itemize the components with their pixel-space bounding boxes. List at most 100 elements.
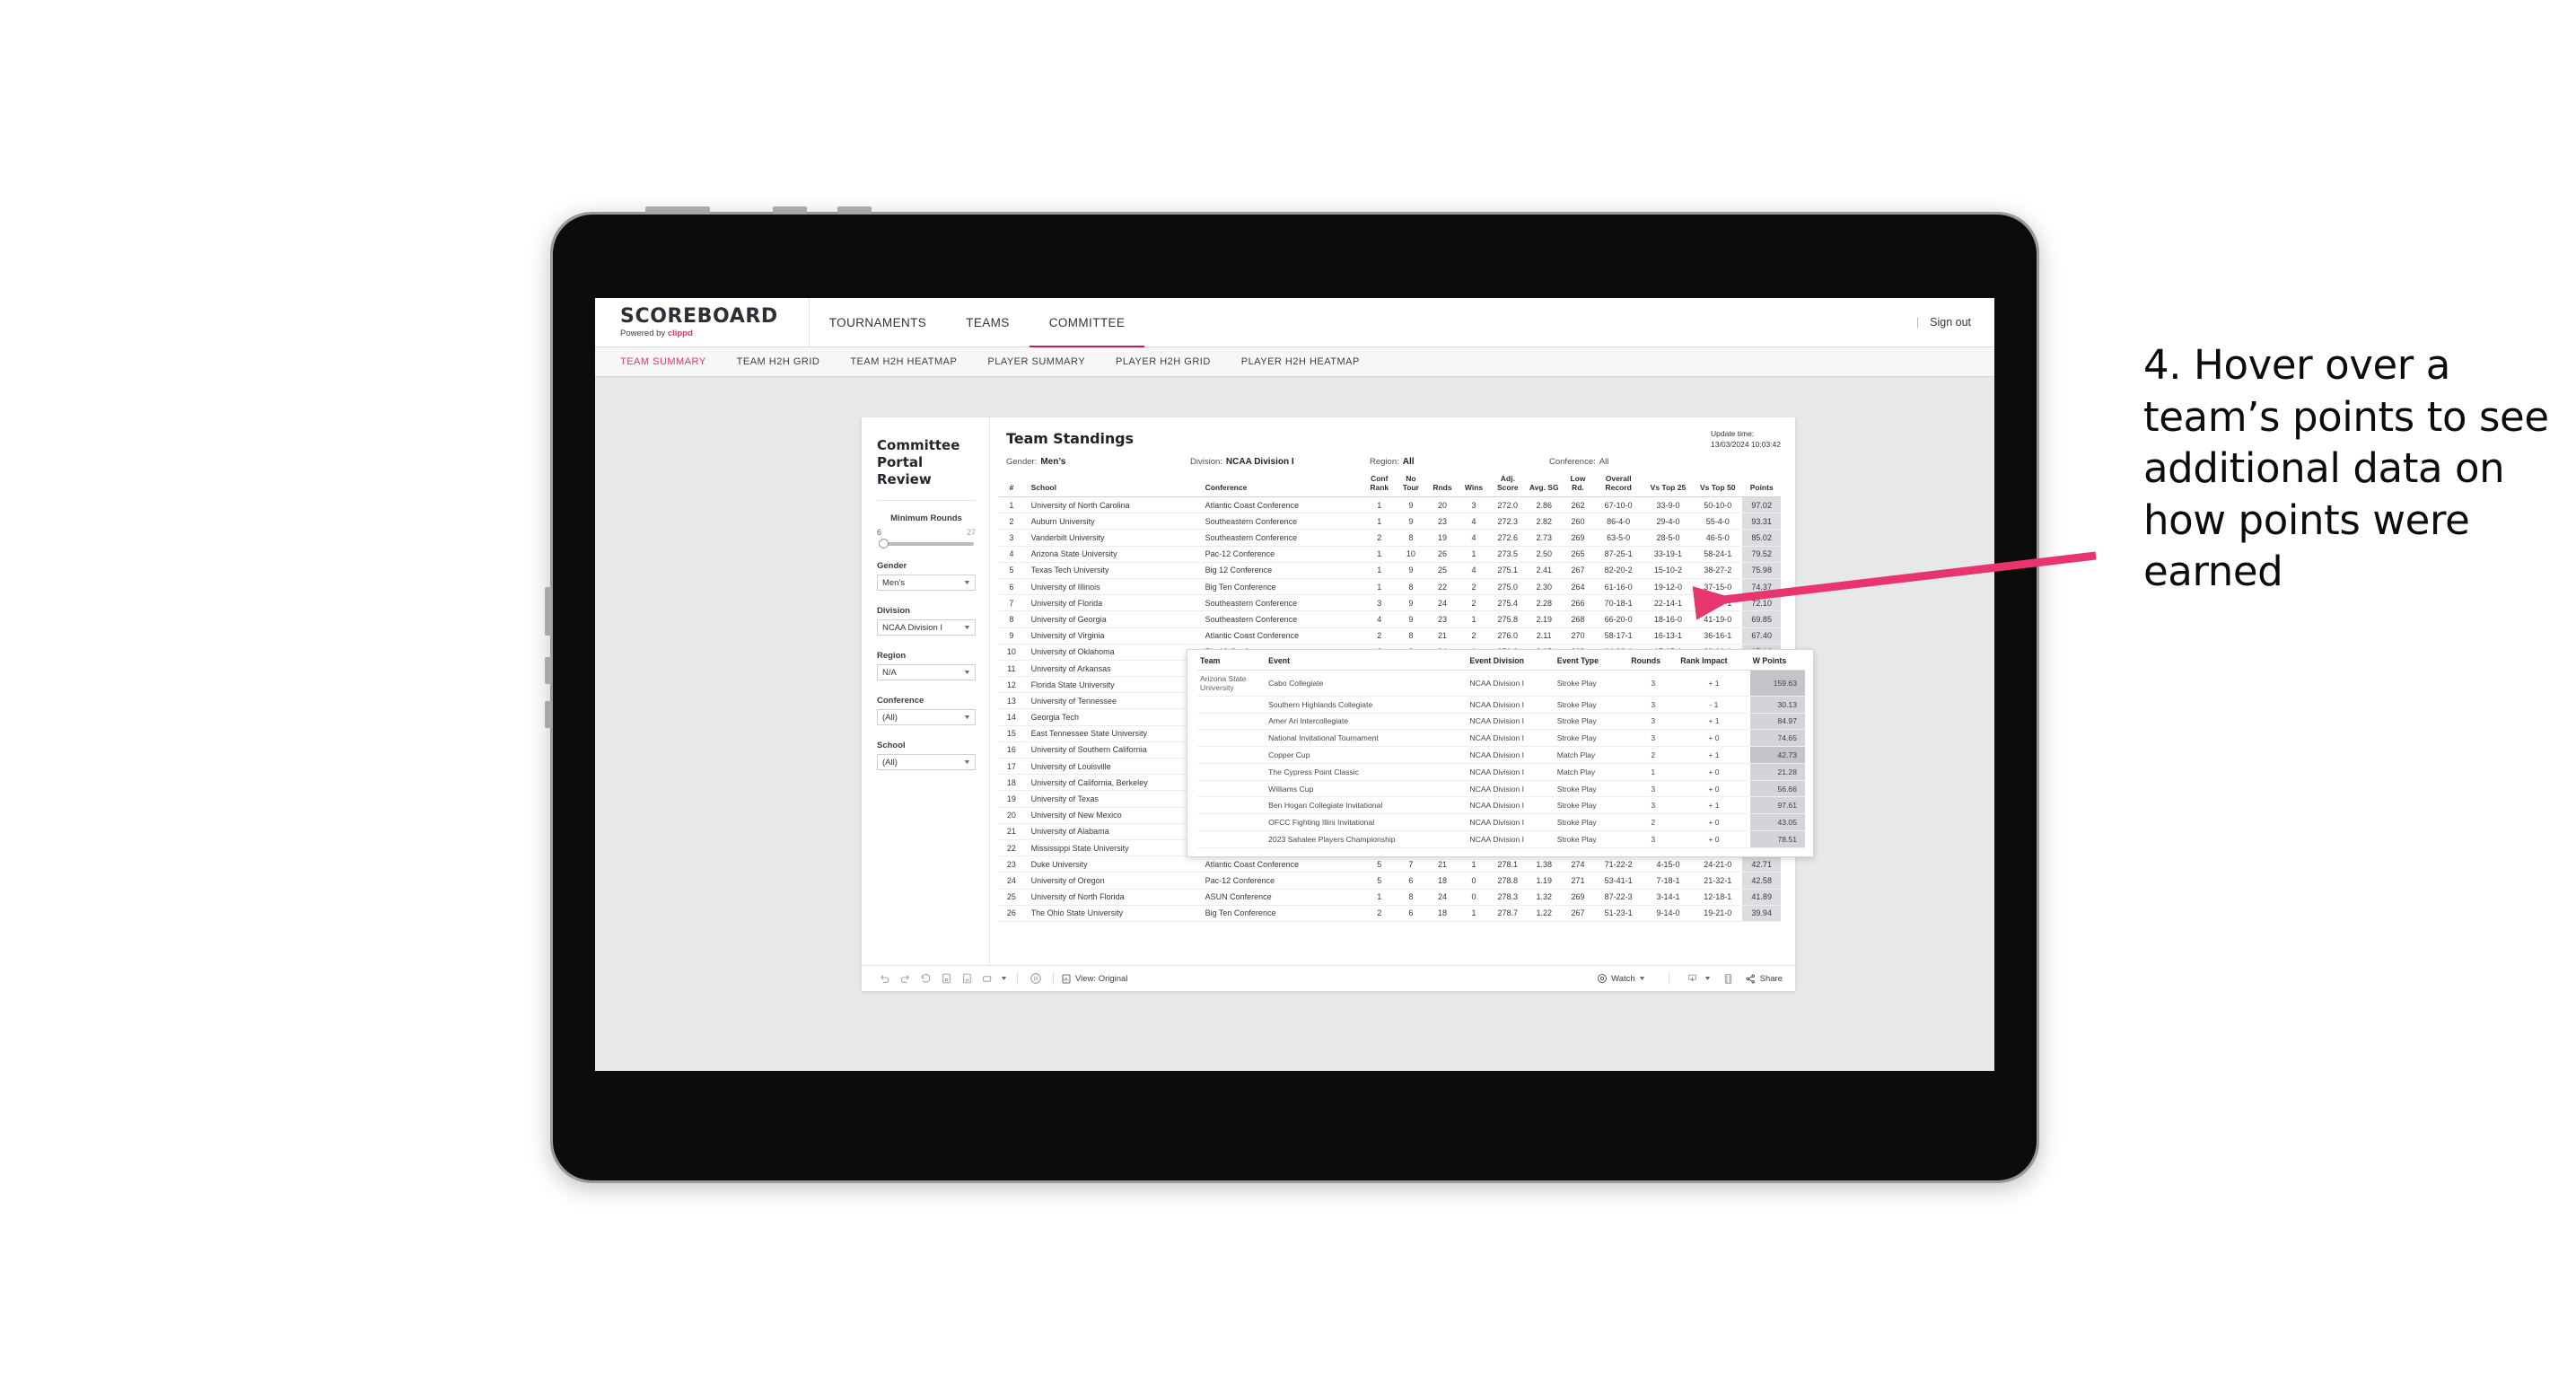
undo-icon[interactable] — [874, 970, 895, 987]
tooltip-rounds: 3 — [1628, 713, 1678, 731]
th-avg-sg[interactable]: Avg. SG — [1526, 475, 1563, 498]
cell-points[interactable]: 69.85 — [1742, 610, 1781, 628]
table-row[interactable]: 4 Arizona State University Pac-12 Conferen… — [999, 546, 1781, 563]
th-points[interactable]: Points — [1742, 475, 1781, 498]
cell-points[interactable]: 39.94 — [1742, 905, 1781, 922]
cell-overall-record: 70-18-1 — [1593, 594, 1643, 612]
table-row[interactable]: 9 University of Virginia Atlantic Coast Co… — [999, 627, 1781, 645]
table-row[interactable]: 24 University of Oregon Pac-12 Conference 5… — [999, 872, 1781, 890]
table-row[interactable]: 2 Auburn University Southeastern Conferenc… — [999, 513, 1781, 531]
share-button[interactable]: Share — [1745, 973, 1783, 985]
sub-tab-player-h2h-heatmap[interactable]: PLAYER H2H HEATMAP — [1241, 356, 1360, 367]
revert-icon[interactable] — [916, 970, 936, 987]
download-icon[interactable] — [1682, 970, 1703, 987]
summary-gender: Gender: Men’s — [1006, 457, 1190, 467]
sub-tab-team-h2h-heatmap[interactable]: TEAM H2H HEATMAP — [850, 356, 957, 367]
cell-rank: 24 — [999, 872, 1024, 890]
tooltip-rounds: 3 — [1628, 796, 1678, 815]
nav-tab-tournaments[interactable]: TOURNAMENTS — [810, 298, 946, 346]
cell-rnds: 26 — [1426, 546, 1459, 563]
cell-wins: 3 — [1458, 496, 1490, 514]
sub-tab-team-summary[interactable]: TEAM SUMMARY — [620, 356, 706, 367]
th-overall-record[interactable]: Overall Record — [1593, 474, 1643, 498]
clippd-brandmark: clippd — [667, 328, 693, 338]
school-select[interactable]: (All) ▼ — [877, 754, 976, 771]
cell-adj-score: 272.0 — [1489, 496, 1526, 514]
brand-logo[interactable]: SCOREBOARD Powered by clippd — [595, 298, 810, 346]
cell-points[interactable]: 42.58 — [1742, 872, 1781, 890]
cell-points[interactable]: 75.98 — [1742, 562, 1781, 579]
th-wins[interactable]: Wins — [1458, 475, 1490, 498]
cell-points[interactable]: 79.52 — [1742, 546, 1781, 563]
sub-tab-player-summary[interactable]: PLAYER SUMMARY — [987, 356, 1085, 367]
table-row[interactable]: 1 University of North Carolina Atlantic Co… — [999, 496, 1781, 514]
cell-school: Auburn University — [1023, 513, 1204, 531]
minimum-rounds-slider[interactable] — [879, 539, 974, 549]
table-row[interactable]: 8 University of Georgia Southeastern Confe… — [999, 610, 1781, 628]
cell-rnds: 21 — [1426, 627, 1459, 645]
cell-points[interactable]: 67.40 — [1742, 627, 1781, 645]
sign-out-link[interactable]: Sign out — [1930, 316, 1971, 329]
th-adj-score[interactable]: Adj. Score — [1489, 474, 1526, 498]
table-row[interactable]: 5 Texas Tech University Big 12 Conference 1… — [999, 562, 1781, 579]
sub-tab-team-h2h-grid[interactable]: TEAM H2H GRID — [737, 356, 820, 367]
pause-auto-update-icon[interactable] — [957, 970, 977, 987]
th-conference[interactable]: Conference — [1203, 475, 1364, 498]
slider-thumb[interactable] — [879, 539, 889, 549]
cell-points[interactable]: 42.71 — [1742, 855, 1781, 873]
cell-conference: Southeastern Conference — [1203, 529, 1364, 547]
cell-points[interactable]: 41.89 — [1742, 889, 1781, 906]
gender-select[interactable]: Men’s ▼ — [877, 575, 976, 592]
watch-button[interactable]: Watch ▼ — [1597, 973, 1646, 984]
cell-points[interactable]: 93.31 — [1742, 513, 1781, 531]
cell-rnds: 24 — [1426, 889, 1459, 906]
nav-tab-teams[interactable]: TEAMS — [946, 298, 1030, 346]
cell-avg-sg: 2.28 — [1526, 594, 1563, 612]
region-select[interactable]: N/A ▼ — [877, 664, 976, 681]
th-low-rd[interactable]: Low Rd. — [1562, 474, 1594, 498]
view-original-button[interactable]: View: Original — [1061, 973, 1127, 985]
cell-points[interactable]: 97.02 — [1742, 496, 1781, 514]
chevron-down-icon[interactable]: ▼ — [1703, 970, 1713, 987]
conference-select[interactable]: (All) ▼ — [877, 709, 976, 726]
th-vs-top-25[interactable]: Vs Top 25 — [1643, 475, 1694, 498]
device-preview-icon[interactable] — [1718, 970, 1739, 987]
table-row[interactable]: 25 University of North Florida ASUN Confer… — [999, 889, 1781, 906]
page-title: Team Standings — [1006, 430, 1134, 447]
cell-no-tour: 6 — [1395, 872, 1427, 890]
school-value: (All) — [882, 757, 898, 768]
cell-overall-record: 67-10-0 — [1593, 496, 1643, 514]
th-no-tour[interactable]: No Tour — [1395, 474, 1427, 498]
redo-icon[interactable] — [895, 970, 916, 987]
cell-vs-top-50: 19-21-0 — [1693, 905, 1743, 922]
gender-filter: Gender Men’s ▼ — [877, 561, 976, 592]
cell-points[interactable]: 72.10 — [1742, 594, 1781, 612]
th-rnds[interactable]: Rnds — [1426, 475, 1459, 498]
application-viewport: SCOREBOARD Powered by clippd TOURNAMENTS… — [595, 298, 1994, 1071]
table-row[interactable]: 26 The Ohio State University Big Ten Confe… — [999, 905, 1781, 922]
cell-wins: 2 — [1458, 627, 1490, 645]
sub-tab-player-h2h-grid[interactable]: PLAYER H2H GRID — [1116, 356, 1211, 367]
cell-vs-top-25: 4-15-0 — [1643, 855, 1694, 873]
device-layout-icon[interactable] — [977, 970, 998, 987]
cell-adj-score: 272.6 — [1489, 529, 1526, 547]
pause-icon[interactable] — [1025, 970, 1046, 987]
table-row[interactable]: 3 Vanderbilt University Southeastern Confe… — [999, 529, 1781, 547]
th-vs-top-50[interactable]: Vs Top 50 — [1693, 475, 1743, 498]
nav-tab-committee[interactable]: COMMITTEE — [1029, 298, 1145, 347]
th-school[interactable]: School — [1023, 475, 1204, 498]
summary-division-label: Division: — [1190, 457, 1222, 467]
cell-points[interactable]: 85.02 — [1742, 529, 1781, 547]
division-select[interactable]: NCAA Division I ▼ — [877, 619, 976, 636]
refresh-data-icon[interactable] — [936, 970, 957, 987]
table-row[interactable]: 6 University of Illinois Big Ten Conferenc… — [999, 578, 1781, 596]
share-label: Share — [1759, 973, 1783, 984]
th-rank[interactable]: # — [999, 475, 1024, 498]
cell-points[interactable]: 74.37 — [1742, 578, 1781, 596]
table-row[interactable]: 7 University of Florida Southeastern Confe… — [999, 594, 1781, 612]
table-row[interactable]: 23 Duke University Atlantic Coast Conferen… — [999, 855, 1781, 873]
tooltip-rank-impact: + 0 — [1678, 763, 1750, 781]
view-icon — [1062, 974, 1071, 983]
chevron-down-icon[interactable]: ▼ — [998, 970, 1010, 987]
th-conf-rank[interactable]: Conf Rank — [1363, 474, 1396, 498]
